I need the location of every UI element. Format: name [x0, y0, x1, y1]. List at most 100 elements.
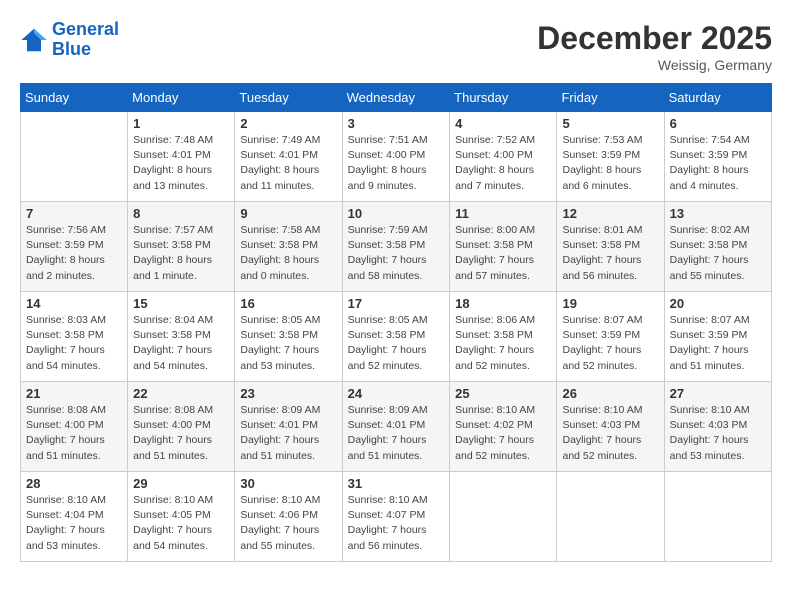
day-number: 16 [240, 296, 336, 311]
day-number: 18 [455, 296, 551, 311]
day-number: 21 [26, 386, 122, 401]
calendar-cell: 14Sunrise: 8:03 AMSunset: 3:58 PMDayligh… [21, 292, 128, 382]
day-number: 31 [348, 476, 445, 491]
calendar-cell [21, 112, 128, 202]
logo-line1: General [52, 19, 119, 39]
calendar-cell: 28Sunrise: 8:10 AMSunset: 4:04 PMDayligh… [21, 472, 128, 562]
day-info: Sunrise: 8:09 AMSunset: 4:01 PMDaylight:… [240, 403, 336, 464]
calendar-cell: 15 Sunrise: 8:04 AMSunset: 3:58 PMDayligh… [128, 292, 235, 382]
day-number: 30 [240, 476, 336, 491]
day-info: Sunrise: 8:05 AMSunset: 3:58 PMDaylight:… [240, 313, 336, 374]
calendar-cell: 21 Sunrise: 8:08 AMSunset: 4:00 PMDayligh… [21, 382, 128, 472]
day-info: Sunrise: 7:48 AMSunset: 4:01 PMDaylight:… [133, 133, 229, 194]
day-info: Sunrise: 8:05 AMSunset: 3:58 PMDaylight:… [348, 313, 445, 374]
header-monday: Monday [128, 84, 235, 112]
day-number: 8 [133, 206, 229, 221]
day-number: 27 [670, 386, 766, 401]
calendar-cell: 8 Sunrise: 7:57 AMSunset: 3:58 PMDaylight… [128, 202, 235, 292]
day-info: Sunrise: 8:08 AMSunset: 4:00 PMDaylight:… [26, 403, 122, 464]
day-info: Sunrise: 8:10 AMSunset: 4:03 PMDaylight:… [670, 403, 766, 464]
title-block: December 2025 Weissig, Germany [537, 20, 772, 73]
day-number: 10 [348, 206, 445, 221]
day-info: Sunrise: 8:10 AMSunset: 4:07 PMDaylight:… [348, 493, 445, 554]
calendar-cell [664, 472, 771, 562]
day-number: 20 [670, 296, 766, 311]
day-number: 22 [133, 386, 229, 401]
day-info: Sunrise: 7:57 AMSunset: 3:58 PMDaylight:… [133, 223, 229, 284]
calendar-cell: 16 Sunrise: 8:05 AMSunset: 3:58 PMDayligh… [235, 292, 342, 382]
day-info: Sunrise: 8:03 AMSunset: 3:58 PMDaylight:… [26, 313, 122, 374]
calendar-cell: 5Sunrise: 7:53 AMSunset: 3:59 PMDaylight… [557, 112, 664, 202]
calendar-cell: 23 Sunrise: 8:09 AMSunset: 4:01 PMDayligh… [235, 382, 342, 472]
calendar-cell: 26Sunrise: 8:10 AMSunset: 4:03 PMDayligh… [557, 382, 664, 472]
month-title: December 2025 [537, 20, 772, 57]
calendar-cell [557, 472, 664, 562]
day-number: 9 [240, 206, 336, 221]
day-number: 15 [133, 296, 229, 311]
calendar-week-2: 14Sunrise: 8:03 AMSunset: 3:58 PMDayligh… [21, 292, 772, 382]
calendar-cell: 7 Sunrise: 7:56 AMSunset: 3:59 PMDaylight… [21, 202, 128, 292]
calendar-cell: 29 Sunrise: 8:10 AMSunset: 4:05 PMDayligh… [128, 472, 235, 562]
day-number: 25 [455, 386, 551, 401]
calendar-cell: 24Sunrise: 8:09 AMSunset: 4:01 PMDayligh… [342, 382, 450, 472]
day-info: Sunrise: 8:10 AMSunset: 4:05 PMDaylight:… [133, 493, 229, 554]
day-number: 28 [26, 476, 122, 491]
calendar-cell: 19 Sunrise: 8:07 AMSunset: 3:59 PMDayligh… [557, 292, 664, 382]
calendar-cell: 20Sunrise: 8:07 AMSunset: 3:59 PMDayligh… [664, 292, 771, 382]
calendar-cell: 30 Sunrise: 8:10 AMSunset: 4:06 PMDayligh… [235, 472, 342, 562]
calendar-table: SundayMondayTuesdayWednesdayThursdayFrid… [20, 83, 772, 562]
calendar-cell: 17Sunrise: 8:05 AMSunset: 3:58 PMDayligh… [342, 292, 450, 382]
day-number: 5 [562, 116, 658, 131]
calendar-cell: 3 Sunrise: 7:51 AMSunset: 4:00 PMDaylight… [342, 112, 450, 202]
calendar-header-row: SundayMondayTuesdayWednesdayThursdayFrid… [21, 84, 772, 112]
day-number: 24 [348, 386, 445, 401]
day-info: Sunrise: 7:58 AMSunset: 3:58 PMDaylight:… [240, 223, 336, 284]
calendar-week-4: 28Sunrise: 8:10 AMSunset: 4:04 PMDayligh… [21, 472, 772, 562]
day-number: 2 [240, 116, 336, 131]
day-number: 3 [348, 116, 445, 131]
calendar-cell: 1 Sunrise: 7:48 AMSunset: 4:01 PMDaylight… [128, 112, 235, 202]
day-info: Sunrise: 7:59 AMSunset: 3:58 PMDaylight:… [348, 223, 445, 284]
calendar-cell: 22 Sunrise: 8:08 AMSunset: 4:00 PMDayligh… [128, 382, 235, 472]
calendar-cell: 6 Sunrise: 7:54 AMSunset: 3:59 PMDaylight… [664, 112, 771, 202]
day-info: Sunrise: 8:08 AMSunset: 4:00 PMDaylight:… [133, 403, 229, 464]
calendar-cell: 4Sunrise: 7:52 AMSunset: 4:00 PMDaylight… [450, 112, 557, 202]
logo-icon [20, 26, 48, 54]
header-sunday: Sunday [21, 84, 128, 112]
day-info: Sunrise: 7:49 AMSunset: 4:01 PMDaylight:… [240, 133, 336, 194]
calendar-cell: 10 Sunrise: 7:59 AMSunset: 3:58 PMDayligh… [342, 202, 450, 292]
calendar-cell: 11 Sunrise: 8:00 AMSunset: 3:58 PMDayligh… [450, 202, 557, 292]
page-header: General Blue December 2025 Weissig, Germ… [20, 20, 772, 73]
day-info: Sunrise: 7:52 AMSunset: 4:00 PMDaylight:… [455, 133, 551, 194]
logo-line2: Blue [52, 39, 91, 59]
day-info: Sunrise: 8:10 AMSunset: 4:06 PMDaylight:… [240, 493, 336, 554]
location-subtitle: Weissig, Germany [537, 57, 772, 73]
header-thursday: Thursday [450, 84, 557, 112]
day-number: 26 [562, 386, 658, 401]
day-info: Sunrise: 8:10 AMSunset: 4:02 PMDaylight:… [455, 403, 551, 464]
calendar-cell: 12Sunrise: 8:01 AMSunset: 3:58 PMDayligh… [557, 202, 664, 292]
header-tuesday: Tuesday [235, 84, 342, 112]
day-info: Sunrise: 8:07 AMSunset: 3:59 PMDaylight:… [562, 313, 658, 374]
day-info: Sunrise: 8:00 AMSunset: 3:58 PMDaylight:… [455, 223, 551, 284]
day-number: 6 [670, 116, 766, 131]
day-number: 29 [133, 476, 229, 491]
calendar-week-1: 7 Sunrise: 7:56 AMSunset: 3:59 PMDaylight… [21, 202, 772, 292]
day-info: Sunrise: 7:54 AMSunset: 3:59 PMDaylight:… [670, 133, 766, 194]
day-number: 23 [240, 386, 336, 401]
day-number: 1 [133, 116, 229, 131]
day-number: 7 [26, 206, 122, 221]
header-friday: Friday [557, 84, 664, 112]
day-info: Sunrise: 8:04 AMSunset: 3:58 PMDaylight:… [133, 313, 229, 374]
day-number: 19 [562, 296, 658, 311]
day-number: 13 [670, 206, 766, 221]
logo: General Blue [20, 20, 119, 60]
calendar-cell: 31 Sunrise: 8:10 AMSunset: 4:07 PMDayligh… [342, 472, 450, 562]
day-info: Sunrise: 7:51 AMSunset: 4:00 PMDaylight:… [348, 133, 445, 194]
day-number: 11 [455, 206, 551, 221]
calendar-cell: 2 Sunrise: 7:49 AMSunset: 4:01 PMDaylight… [235, 112, 342, 202]
calendar-week-3: 21 Sunrise: 8:08 AMSunset: 4:00 PMDayligh… [21, 382, 772, 472]
day-info: Sunrise: 8:06 AMSunset: 3:58 PMDaylight:… [455, 313, 551, 374]
calendar-cell: 27 Sunrise: 8:10 AMSunset: 4:03 PMDayligh… [664, 382, 771, 472]
day-info: Sunrise: 7:56 AMSunset: 3:59 PMDaylight:… [26, 223, 122, 284]
